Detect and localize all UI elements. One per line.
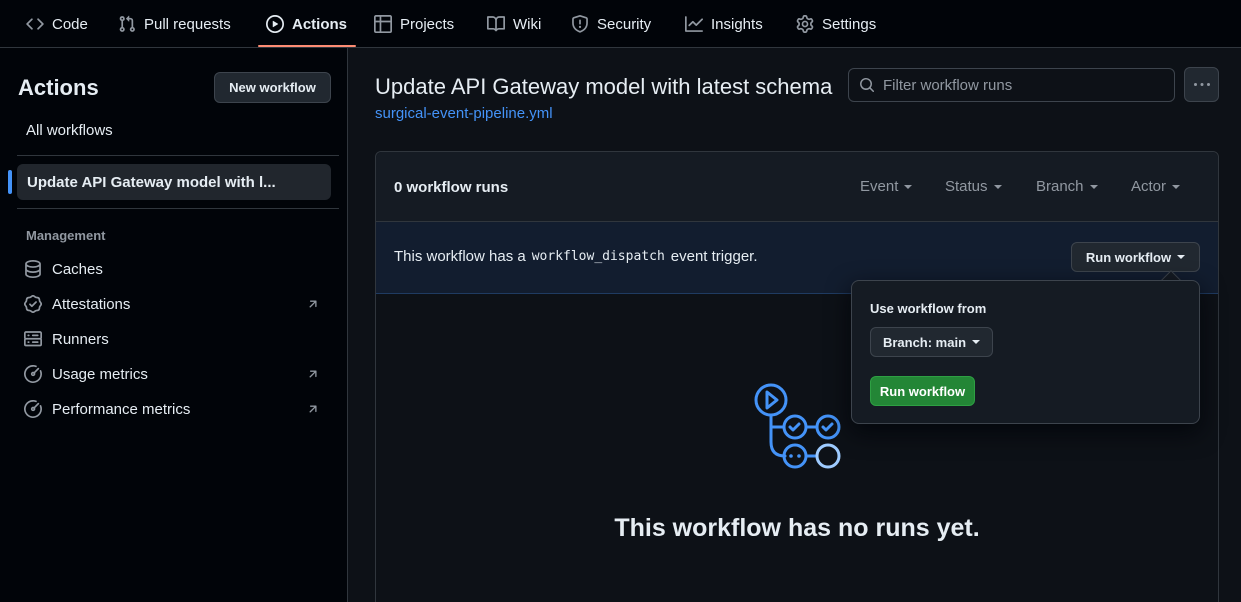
tab-label: Pull requests — [144, 15, 231, 33]
search-icon — [860, 78, 875, 93]
filter-label: Status — [945, 178, 988, 195]
sidebar-item-label: Performance metrics — [52, 400, 191, 418]
actions-sidebar: Actions New workflow All workflows Updat… — [0, 48, 348, 602]
sidebar-item-label: Runners — [52, 330, 109, 348]
tab-label: Projects — [400, 15, 455, 33]
sidebar-divider — [17, 155, 339, 156]
filter-label: Actor — [1131, 178, 1167, 195]
filter-event-dropdown[interactable]: Event — [860, 178, 913, 195]
book-icon — [487, 16, 505, 32]
sidebar-item-usage-metrics[interactable]: Usage metrics — [24, 361, 324, 387]
tab-label: Settings — [822, 15, 877, 33]
branch-label: Branch: main — [882, 334, 967, 350]
sidebar-item-caches[interactable]: Caches — [24, 256, 324, 282]
empty-state-message: This workflow has no runs yet. — [614, 514, 980, 542]
verified-icon — [24, 295, 42, 313]
sidebar-item-label: Attestations — [52, 295, 131, 313]
code-icon — [26, 18, 44, 30]
tab-label: Insights — [711, 15, 763, 33]
filter-runs-field[interactable] — [848, 68, 1175, 102]
page-title: Update API Gateway model with latest sch… — [375, 74, 833, 99]
filter-status-dropdown[interactable]: Status — [945, 178, 1002, 195]
run-workflow-popover: Use workflow from Branch: main Run workf… — [851, 280, 1200, 424]
run-workflow-submit-button[interactable]: Run workflow — [870, 376, 975, 406]
tab-label: Security — [597, 15, 652, 33]
sidebar-item-label: Usage metrics — [52, 365, 148, 383]
meter-icon — [24, 365, 42, 383]
git-pull-request-icon — [119, 15, 135, 32]
filter-label: Event — [860, 178, 899, 195]
sidebar-item-performance-metrics[interactable]: Performance metrics — [24, 396, 324, 422]
caret-down-icon — [904, 184, 913, 189]
filter-actor-dropdown[interactable]: Actor — [1131, 178, 1181, 195]
graph-icon — [685, 16, 703, 32]
filter-branch-dropdown[interactable]: Branch — [1036, 178, 1098, 195]
caret-down-icon — [1172, 184, 1181, 189]
popover-title: Use workflow from — [870, 301, 987, 316]
external-link-icon — [309, 300, 317, 308]
database-icon — [25, 260, 41, 278]
external-link-icon — [309, 405, 317, 413]
new-workflow-button[interactable]: New workflow — [214, 72, 331, 103]
sidebar-divider — [17, 208, 339, 209]
tab-pull-requests[interactable]: Pull requests — [118, 0, 231, 48]
more-options-button[interactable] — [1184, 67, 1219, 102]
management-heading: Management — [26, 228, 106, 243]
runs-header: 0 workflow runs Event Status Branch Acto… — [376, 152, 1218, 222]
caret-down-icon — [1089, 184, 1098, 189]
server-icon — [24, 331, 42, 347]
filter-label: Branch — [1036, 178, 1084, 195]
workflow-file-link[interactable]: surgical-event-pipeline.yml — [375, 105, 553, 122]
all-workflows-link[interactable]: All workflows — [26, 122, 113, 139]
gear-icon — [796, 15, 814, 33]
sidebar-item-label: Caches — [52, 260, 103, 278]
sidebar-title: Actions — [18, 75, 99, 100]
sidebar-item-runners[interactable]: Runners — [24, 326, 324, 352]
branch-select-button[interactable]: Branch: main — [870, 327, 993, 357]
tab-label: Code — [52, 15, 88, 33]
tab-settings[interactable]: Settings — [796, 0, 876, 48]
tab-wiki[interactable]: Wiki — [487, 0, 541, 48]
active-tab-underline — [258, 45, 356, 47]
sidebar-item-attestations[interactable]: Attestations — [24, 291, 324, 317]
tab-code[interactable]: Code — [26, 0, 88, 48]
sidebar-item-selected-workflow[interactable]: Update API Gateway model with l... — [17, 164, 331, 200]
tab-label: Wiki — [513, 15, 542, 33]
external-link-icon — [309, 370, 317, 378]
tab-projects[interactable]: Projects — [374, 0, 454, 48]
filter-runs-input[interactable] — [883, 76, 1153, 94]
repo-nav: Code Pull requests Actions Projects Wiki… — [0, 0, 1241, 48]
table-icon — [374, 15, 392, 33]
runs-count: 0 workflow runs — [394, 179, 509, 196]
caret-down-icon — [993, 184, 1002, 189]
kebab-horizontal-icon — [1193, 82, 1210, 86]
tab-security[interactable]: Security — [571, 0, 651, 48]
selected-indicator — [8, 170, 12, 194]
tab-insights[interactable]: Insights — [685, 0, 763, 48]
shield-icon — [572, 15, 588, 33]
meter-icon — [24, 400, 42, 418]
caret-down-icon — [972, 340, 981, 344]
tab-label: Actions — [292, 15, 348, 33]
play-icon — [266, 15, 284, 33]
tab-actions[interactable]: Actions — [266, 0, 347, 48]
